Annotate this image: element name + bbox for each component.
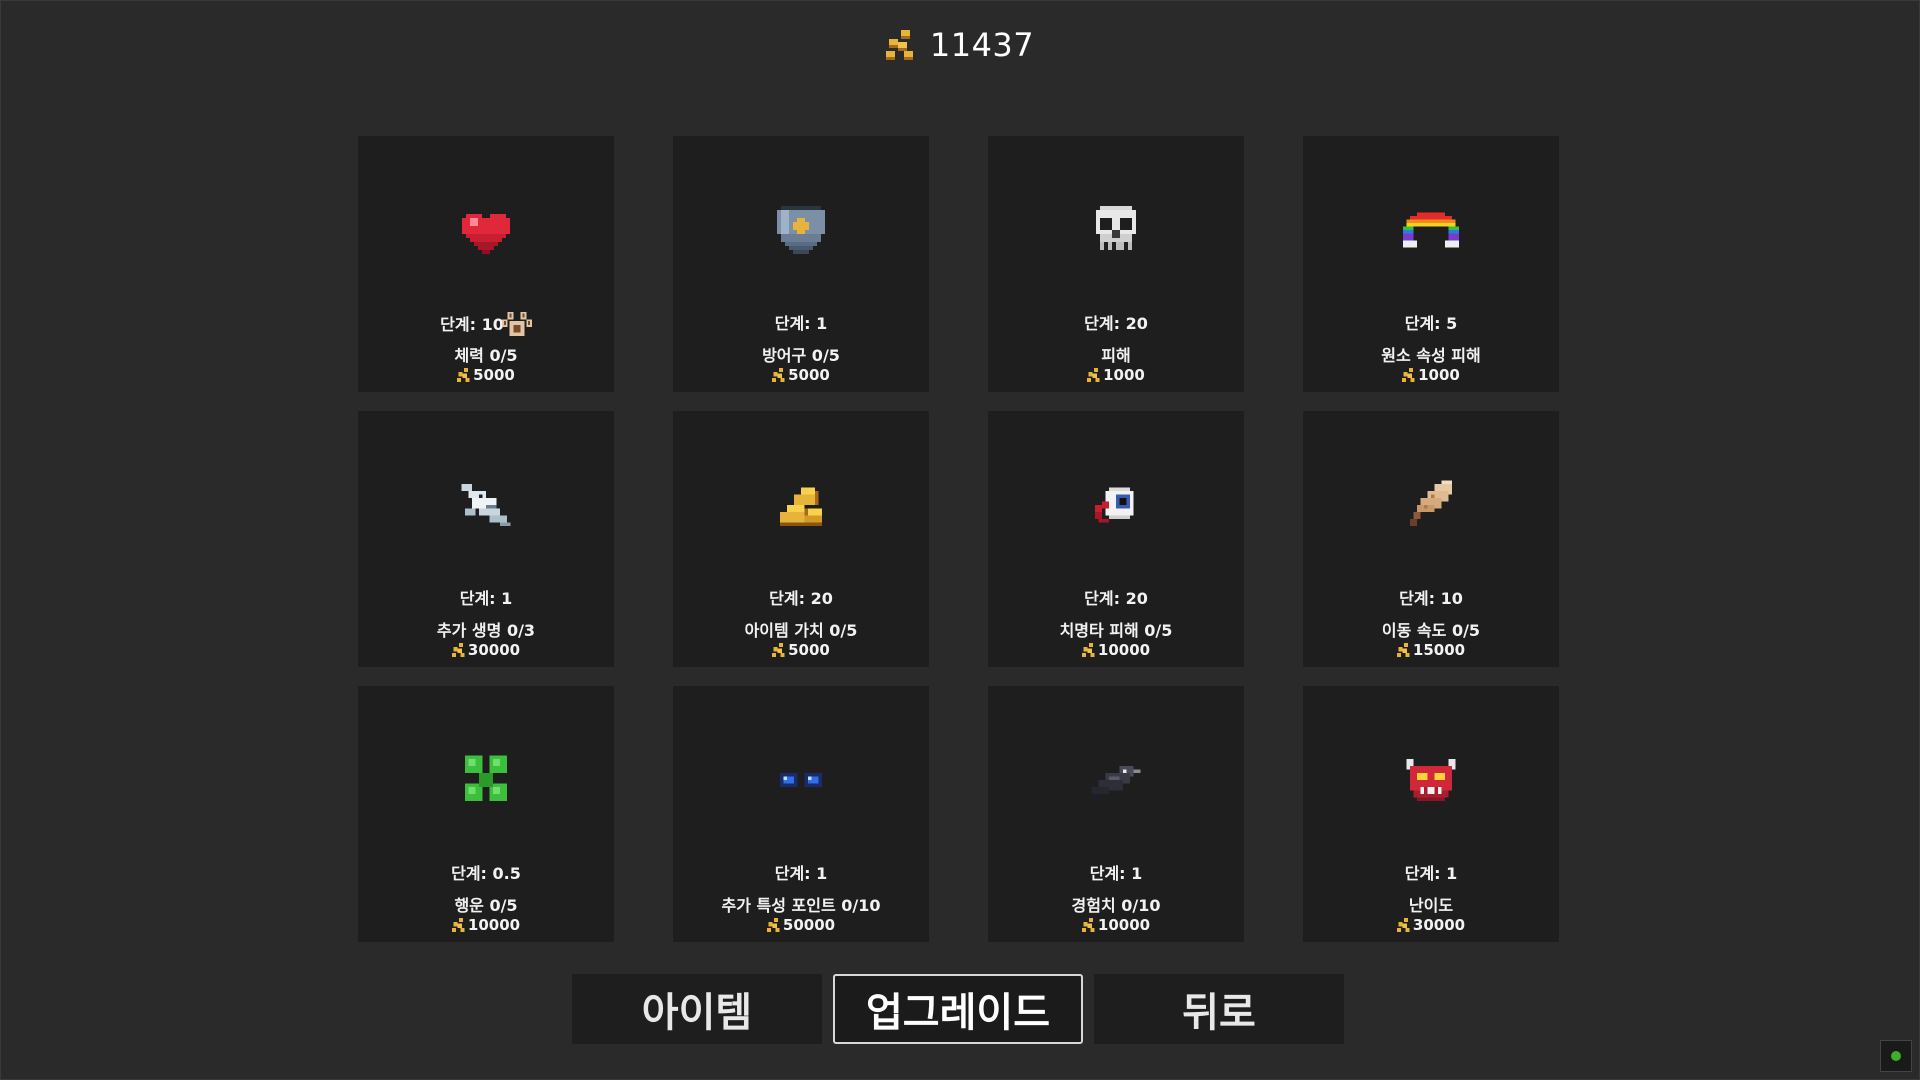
upgrade-cost: 10000 <box>988 916 1244 934</box>
upgrade-card-luck[interactable]: 단계: 0.5 행운 0/5 10000 <box>358 686 614 942</box>
upgrade-card-experience[interactable]: 단계: 1 경험치 0/10 10000 <box>988 686 1244 942</box>
upgrade-cost: 1000 <box>988 366 1244 384</box>
upgrade-card-extra-trait-points[interactable]: 단계: 1 추가 특성 포인트 0/10 50000 <box>673 686 929 942</box>
upgrade-cost: 10000 <box>358 916 614 934</box>
upgrade-name: 경험치 0/10 <box>1071 896 1161 915</box>
upgrade-name: 추가 생명 0/3 <box>436 621 536 640</box>
gold-coins-icon <box>1396 643 1410 657</box>
gold-coins-icon <box>451 918 465 932</box>
upgrade-card-armor[interactable]: 단계: 1 방어구 0/5 5000 <box>673 136 929 392</box>
skull-icon <box>1096 206 1136 250</box>
upgrade-level: 단계: 20 <box>769 589 833 608</box>
gold-coins-icon <box>451 643 465 657</box>
upgrade-grid: 단계: 10 체력 0/5 5000 단계: 1 방어구 0/5 5000 단계… <box>358 136 1559 942</box>
bottom-tab-bar: 아이템 업그레이드 뒤로 <box>572 974 1344 1044</box>
eyeball-icon <box>1095 487 1134 523</box>
gold-coins-icon <box>885 30 913 60</box>
currency-amount: 11437 <box>929 26 1035 64</box>
upgrade-level: 단계: 1 <box>774 314 828 333</box>
upgrade-name: 체력 0/5 <box>454 346 518 365</box>
demon-icon <box>1406 759 1456 801</box>
upgrade-name: 추가 특성 포인트 0/10 <box>721 896 881 915</box>
currency-display: 11437 <box>0 26 1920 64</box>
gold-coins-icon <box>1081 643 1095 657</box>
upgrade-name: 방어구 0/5 <box>762 346 840 365</box>
upgrade-cost: 10000 <box>988 641 1244 659</box>
upgrade-level: 단계: 1 <box>459 589 513 608</box>
upgrade-cost: 50000 <box>673 916 929 934</box>
status-indicator <box>1880 1040 1912 1072</box>
upgrade-level: 단계: 20 <box>1084 314 1148 333</box>
gold-coins-icon <box>1402 368 1415 382</box>
upgrade-name: 원소 속성 피해 <box>1381 346 1481 365</box>
upgrade-cost: 1000 <box>1303 366 1559 384</box>
upgrade-name: 난이도 <box>1408 896 1454 915</box>
upgrade-level: 단계: 1 <box>1089 864 1143 883</box>
gold-coins-icon <box>772 643 785 657</box>
upgrade-cost: 30000 <box>358 641 614 659</box>
upgrade-level: 단계: 20 <box>1084 589 1148 608</box>
upgrade-card-crit-damage[interactable]: 단계: 20 치명타 피해 0/5 10000 <box>988 411 1244 667</box>
gold-coins-icon <box>766 918 780 932</box>
upgrade-level: 단계: 5 <box>1404 314 1458 333</box>
back-button[interactable]: 뒤로 <box>1094 974 1344 1044</box>
upgrade-name: 행운 0/5 <box>454 896 518 915</box>
gold-bars-icon <box>780 487 822 526</box>
fish-icon <box>461 484 511 526</box>
tab-items[interactable]: 아이템 <box>572 974 822 1044</box>
upgrade-card-damage[interactable]: 단계: 20 피해 1000 <box>988 136 1244 392</box>
upgrade-name: 이동 속도 0/5 <box>1381 621 1481 640</box>
upgrade-card-move-speed[interactable]: 단계: 10 이동 속도 0/5 15000 <box>1303 411 1559 667</box>
tab-upgrades[interactable]: 업그레이드 <box>833 974 1083 1044</box>
upgrade-cost: 15000 <box>1303 641 1559 659</box>
gold-coins-icon <box>1087 368 1100 382</box>
upgrade-card-extra-life[interactable]: 단계: 1 추가 생명 0/3 30000 <box>358 411 614 667</box>
rainbow-icon <box>1403 212 1459 248</box>
heart-icon <box>462 214 510 254</box>
upgrade-cost: 5000 <box>673 641 929 659</box>
upgrade-level: 단계: 0.5 <box>451 864 521 883</box>
upgrade-name: 치명타 피해 0/5 <box>1059 621 1173 640</box>
gold-coins-icon <box>1396 918 1410 932</box>
gold-coins-icon <box>457 368 470 382</box>
upgrade-level: 단계: 10 <box>358 310 614 338</box>
upgrade-cost: 5000 <box>673 366 929 384</box>
upgrade-cost: 30000 <box>1303 916 1559 934</box>
upgrade-card-item-value[interactable]: 단계: 20 아이템 가치 0/5 5000 <box>673 411 929 667</box>
glowing-eyes-icon <box>780 773 822 787</box>
gold-coins-icon <box>772 368 785 382</box>
upgrade-level: 단계: 10 <box>1399 589 1463 608</box>
upgrade-level: 단계: 1 <box>1404 864 1458 883</box>
upgrade-level: 단계: 1 <box>774 864 828 883</box>
upgrade-name: 아이템 가치 0/5 <box>744 621 858 640</box>
paw-icon <box>501 311 532 337</box>
feather-icon <box>1410 480 1452 526</box>
upgrade-card-health[interactable]: 단계: 10 체력 0/5 5000 <box>358 136 614 392</box>
crow-icon <box>1091 766 1141 801</box>
upgrade-cost: 5000 <box>358 366 614 384</box>
status-dot-icon <box>1891 1051 1901 1061</box>
upgrade-card-elemental-damage[interactable]: 단계: 5 원소 속성 피해 1000 <box>1303 136 1559 392</box>
upgrade-card-difficulty[interactable]: 단계: 1 난이도 30000 <box>1303 686 1559 942</box>
shield-icon <box>777 206 825 254</box>
clover-icon <box>465 755 507 801</box>
upgrade-name: 피해 <box>1101 346 1131 365</box>
gold-coins-icon <box>1081 918 1095 932</box>
